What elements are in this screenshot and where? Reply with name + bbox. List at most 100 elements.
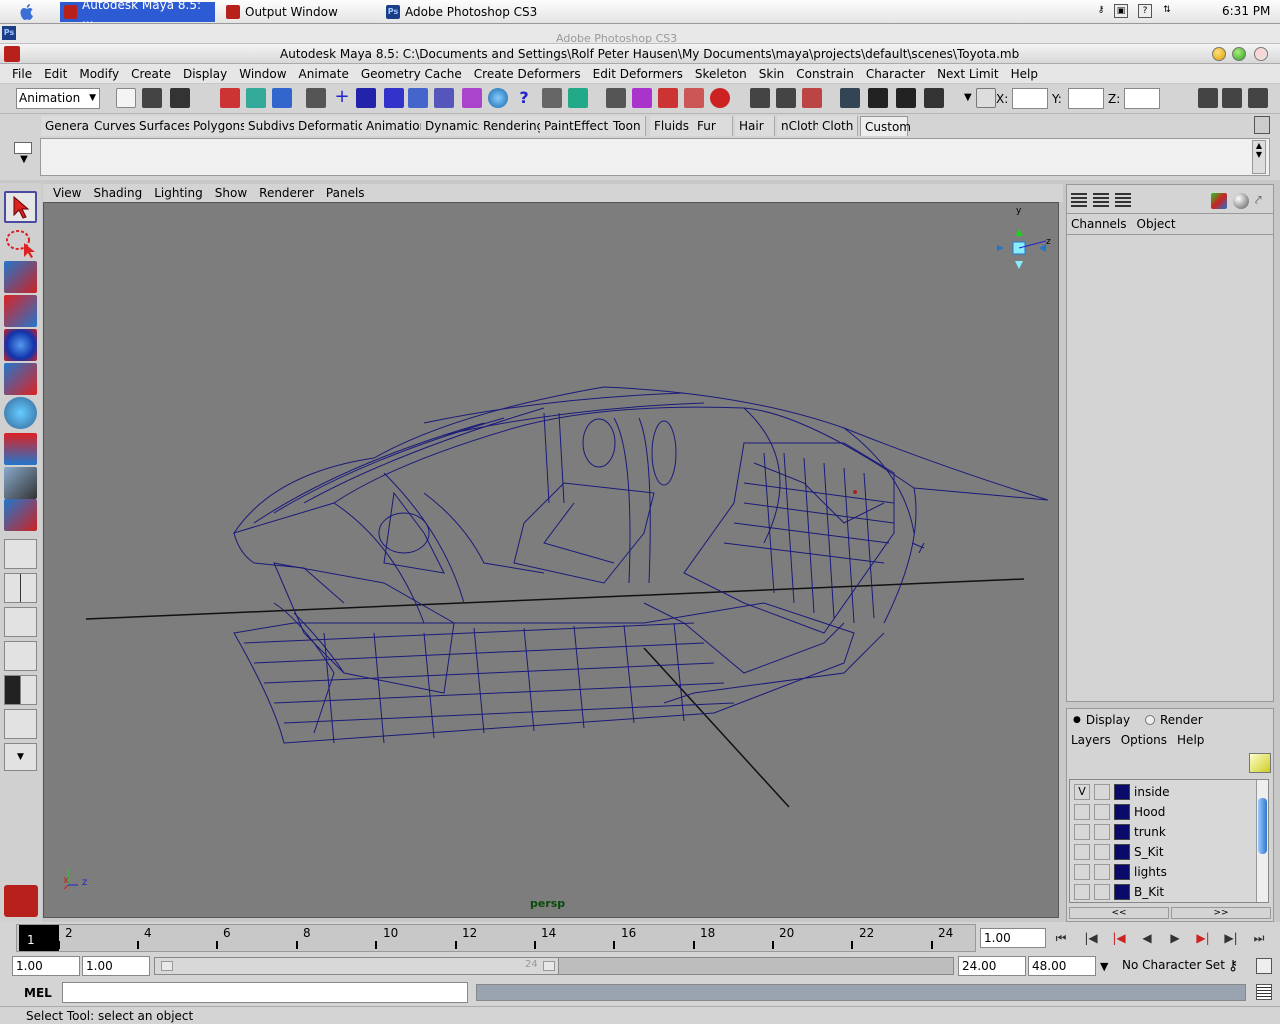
persp-graph-hypergraph-icon[interactable] xyxy=(4,709,37,739)
shelf-tab-curves[interactable]: Curves xyxy=(90,116,141,136)
layer-visibility-toggle[interactable] xyxy=(1074,844,1090,860)
perspective-viewport[interactable]: y z x z persp xyxy=(43,202,1059,918)
play-backwards-icon[interactable]: ◀ xyxy=(1136,930,1158,946)
step-forward-frame-icon[interactable]: ▶| xyxy=(1220,930,1242,946)
lock-icon[interactable] xyxy=(542,88,562,108)
layer-row-s-kit[interactable]: S_Kit xyxy=(1074,842,1259,862)
range-handle-end[interactable] xyxy=(543,961,555,971)
rotate-tool-icon[interactable] xyxy=(4,329,37,361)
render-globals-icon[interactable] xyxy=(924,88,944,108)
menu-display[interactable]: Display xyxy=(177,67,233,81)
layer-color-swatch[interactable] xyxy=(1114,784,1130,800)
layer-scrollbar[interactable] xyxy=(1256,780,1268,902)
layer-visibility-toggle[interactable]: V xyxy=(1074,784,1090,800)
last-tool-icon[interactable] xyxy=(4,499,37,531)
go-to-start-icon[interactable]: ⏮ xyxy=(1050,930,1072,946)
channel-menu-channels[interactable]: Channels xyxy=(1071,217,1127,231)
panel-menu-panels[interactable]: Panels xyxy=(320,186,371,200)
four-view-layout-icon[interactable] xyxy=(4,573,37,603)
minimize-button[interactable] xyxy=(1212,47,1226,61)
render-icon[interactable] xyxy=(658,88,678,108)
layer-row-lights[interactable]: lights xyxy=(1074,862,1259,882)
shelf-tab-surfaces[interactable]: Surfaces xyxy=(135,116,196,136)
step-back-frame-icon[interactable]: |◀ xyxy=(1080,930,1102,946)
layer-visibility-toggle[interactable] xyxy=(1074,884,1090,900)
single-perspective-layout-icon[interactable] xyxy=(4,539,37,569)
menu-character[interactable]: Character xyxy=(860,67,931,81)
key-icon[interactable]: ⚷ xyxy=(1094,4,1108,18)
layer-type-toggle[interactable] xyxy=(1094,844,1110,860)
attribute-editor-icon[interactable] xyxy=(1198,88,1218,108)
window-titlebar[interactable]: Autodesk Maya 8.5: C:\Documents and Sett… xyxy=(0,44,1280,64)
menu-file[interactable]: File xyxy=(6,67,38,81)
magnet-icon[interactable] xyxy=(710,88,730,108)
shelf-tab-fluids[interactable]: Fluids xyxy=(650,116,695,136)
shelf-tab-toon[interactable]: Toon xyxy=(609,116,646,136)
apple-icon[interactable] xyxy=(18,3,36,21)
transform-field-icon[interactable] xyxy=(976,88,996,108)
menu-constrain[interactable]: Constrain xyxy=(790,67,860,81)
layer-row-b-kit[interactable]: B_Kit xyxy=(1074,882,1259,902)
panel-menu-view[interactable]: View xyxy=(47,186,87,200)
animation-prefs-icon[interactable] xyxy=(1256,958,1272,974)
transform-icon[interactable] xyxy=(1211,193,1227,209)
range-handle-start[interactable] xyxy=(161,961,173,971)
layer-type-toggle[interactable] xyxy=(1094,824,1110,840)
paint-select-icon[interactable] xyxy=(4,261,37,293)
construction-history-icon[interactable] xyxy=(632,88,652,108)
layer-menu-options[interactable]: Options xyxy=(1121,733,1167,747)
layer-row-inside[interactable]: V inside xyxy=(1074,782,1259,802)
layer-row-trunk[interactable]: trunk xyxy=(1074,822,1259,842)
select-hierarchy-icon[interactable] xyxy=(220,88,240,108)
menu-edit[interactable]: Edit xyxy=(38,67,73,81)
shelf-tab-subdivs[interactable]: Subdivs xyxy=(244,116,301,136)
layer-color-swatch[interactable] xyxy=(1114,844,1130,860)
question-icon[interactable]: ? xyxy=(514,88,534,108)
clapper-icon[interactable] xyxy=(868,88,888,108)
shelf-tab-custom[interactable]: Custom xyxy=(860,116,911,136)
script-editor-icon[interactable] xyxy=(1256,984,1272,1000)
layer-type-toggle[interactable] xyxy=(1094,884,1110,900)
new-scene-icon[interactable] xyxy=(116,88,136,108)
render-view-icon[interactable]: ⤤ xyxy=(1255,193,1269,209)
input-ops-icon[interactable] xyxy=(606,88,626,108)
output-icon[interactable] xyxy=(776,88,796,108)
shelf-tab-polygons[interactable]: Polygons xyxy=(189,116,252,136)
layer-row-hood[interactable]: Hood xyxy=(1074,802,1259,822)
trash-icon[interactable] xyxy=(1254,116,1270,134)
layer-color-swatch[interactable] xyxy=(1114,804,1130,820)
y-field[interactable] xyxy=(1068,88,1104,109)
tool-settings-icon[interactable] xyxy=(1222,88,1242,108)
render-radio[interactable]: Render xyxy=(1145,713,1203,727)
select-highlight-icon[interactable] xyxy=(568,88,588,108)
layer-visibility-toggle[interactable] xyxy=(1074,824,1090,840)
play-forwards-icon[interactable]: ▶ xyxy=(1164,930,1186,946)
select-object-icon[interactable] xyxy=(246,88,266,108)
ipr-render-icon[interactable] xyxy=(896,88,916,108)
menu-help[interactable]: Help xyxy=(1005,67,1044,81)
playback-start-field[interactable]: 1.00 xyxy=(82,956,150,976)
hypershade-layout-icon[interactable] xyxy=(4,675,37,705)
menu-window[interactable]: Window xyxy=(233,67,292,81)
layout-menu-icon[interactable]: ▼ xyxy=(4,743,37,771)
open-scene-icon[interactable] xyxy=(142,88,162,108)
shelf-scrollbar[interactable]: ▲ ▼ xyxy=(1252,140,1266,174)
mel-label[interactable]: MEL xyxy=(24,986,52,1000)
snap-point-icon[interactable] xyxy=(356,88,376,108)
layer-menu-layers[interactable]: Layers xyxy=(1071,733,1111,747)
shelf-tab-hair[interactable]: Hair xyxy=(735,116,775,136)
shelf-tab-cloth[interactable]: Cloth xyxy=(818,116,859,136)
snap-grid-icon[interactable] xyxy=(306,88,326,108)
shelf-tab-rendering[interactable]: Rendering xyxy=(479,116,550,136)
make-live-icon[interactable] xyxy=(434,88,454,108)
layer-type-toggle[interactable] xyxy=(1094,864,1110,880)
go-to-end-icon[interactable]: ⏭ xyxy=(1248,930,1270,946)
menu-next-limit[interactable]: Next Limit xyxy=(931,67,1005,81)
universal-manip-icon[interactable] xyxy=(4,397,37,429)
step-back-key-icon[interactable]: |◀ xyxy=(1108,930,1130,946)
panel-menu-lighting[interactable]: Lighting xyxy=(148,186,209,200)
chevron-down-icon[interactable]: ▼ xyxy=(964,92,972,103)
taskbar-item-output[interactable]: Output Window xyxy=(222,2,372,22)
x-field[interactable] xyxy=(1012,88,1048,109)
channel-box-icon[interactable] xyxy=(1071,193,1087,207)
